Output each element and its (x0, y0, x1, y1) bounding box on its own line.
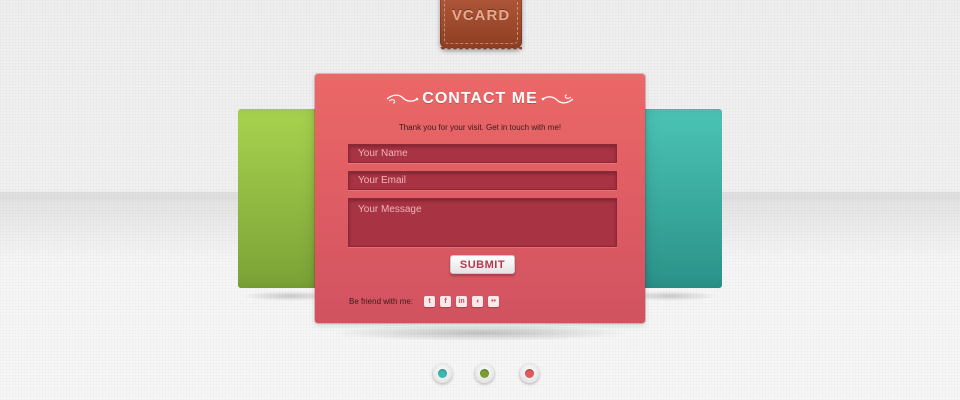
intro-text: Thank you for your visit. Get in touch w… (398, 123, 562, 132)
contact-title: CONTACT ME (422, 90, 538, 107)
pagination-dot-green[interactable] (475, 364, 494, 383)
message-field[interactable] (348, 198, 617, 247)
friend-label: Be friend with me: (349, 296, 414, 306)
lastfm-icon[interactable]: ◖ (472, 295, 484, 307)
vcard-tag-label: VCARD (451, 7, 511, 24)
left-flourish-icon (386, 94, 419, 104)
twitter-icon[interactable]: t (424, 295, 436, 307)
linkedin-icon[interactable]: in (456, 295, 468, 307)
flickr-icon[interactable]: •• (488, 295, 500, 307)
email-field[interactable] (348, 171, 617, 190)
contact-title-row: CONTACT ME (315, 88, 645, 110)
facebook-icon[interactable]: f (440, 295, 452, 307)
name-field[interactable] (348, 144, 617, 163)
contact-card-shadow (330, 325, 630, 341)
right-flourish-icon (541, 94, 574, 104)
vcard-tag[interactable]: VCARD (440, 0, 522, 51)
submit-button[interactable]: SUBMIT (450, 255, 515, 274)
social-row: Be friend with me: t f in ◖ •• (349, 295, 504, 307)
contact-card: CONTACT ME Thank you for your visit. Get… (315, 74, 645, 323)
pagination-dot-pink[interactable] (520, 364, 539, 383)
pagination-dot-teal[interactable] (433, 364, 452, 383)
